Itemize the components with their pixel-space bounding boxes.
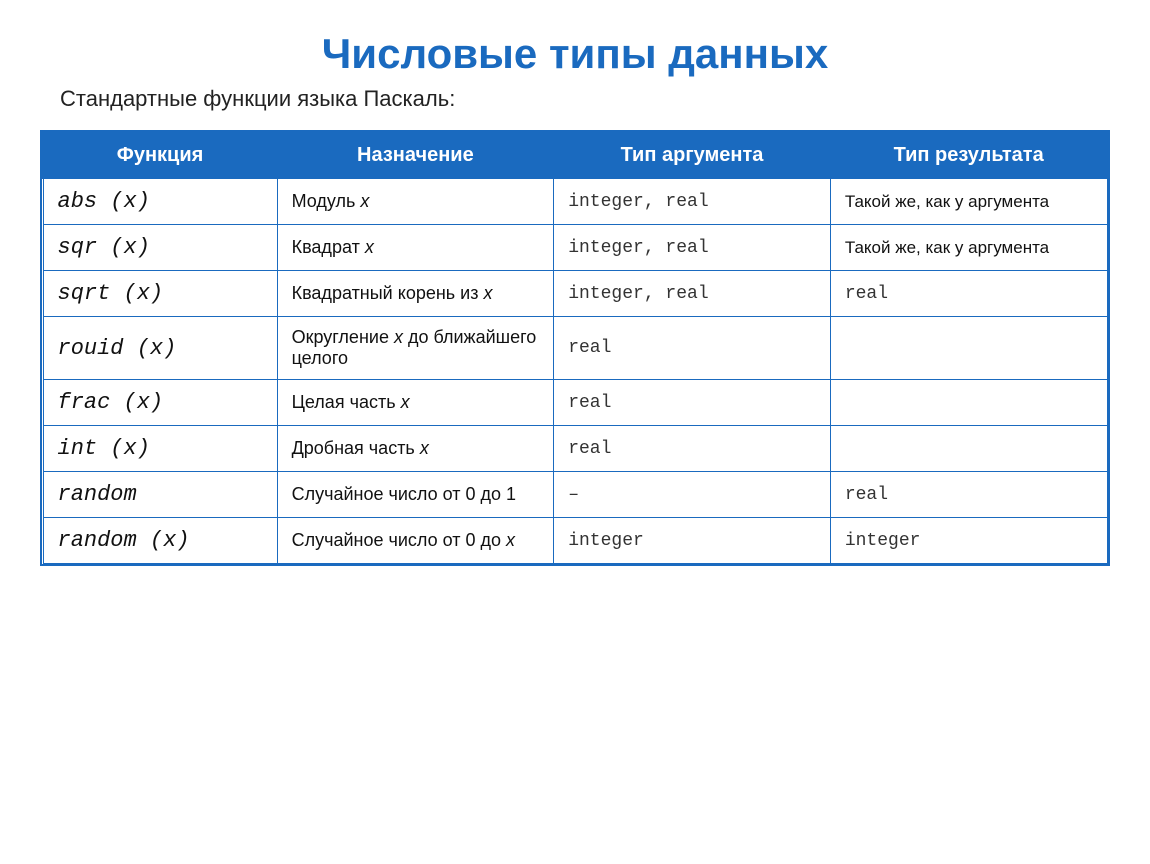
cell-purpose: Случайное число от 0 до x	[277, 518, 554, 564]
cell-func: frac (x)	[43, 380, 277, 426]
cell-restype	[830, 426, 1107, 472]
table-row: sqr (x)Квадрат xinteger, realТакой же, к…	[43, 225, 1107, 271]
cell-func: int (x)	[43, 426, 277, 472]
cell-argtype: integer	[554, 518, 831, 564]
table-body: abs (x)Модуль xinteger, realТакой же, ка…	[43, 178, 1107, 564]
page-title: Числовые типы данных	[322, 30, 828, 78]
cell-purpose: Округление x до ближайшего целого	[277, 317, 554, 380]
table-row: sqrt (x)Квадратный корень из xinteger, r…	[43, 271, 1107, 317]
cell-func: random	[43, 472, 277, 518]
cell-argtype: integer, real	[554, 178, 831, 225]
cell-func: random (x)	[43, 518, 277, 564]
header-restype: Тип результата	[830, 133, 1107, 178]
main-table-wrapper: Функция Назначение Тип аргумента Тип рез…	[40, 130, 1110, 566]
functions-table: Функция Назначение Тип аргумента Тип рез…	[42, 132, 1108, 564]
cell-restype: Такой же, как у аргумента	[830, 178, 1107, 225]
cell-argtype: integer, real	[554, 271, 831, 317]
cell-purpose: Дробная часть x	[277, 426, 554, 472]
table-header-row: Функция Назначение Тип аргумента Тип рез…	[43, 133, 1107, 178]
cell-restype: real	[830, 271, 1107, 317]
cell-restype: Такой же, как у аргумента	[830, 225, 1107, 271]
cell-func: abs (x)	[43, 178, 277, 225]
cell-restype: integer	[830, 518, 1107, 564]
table-row: frac (x)Целая часть xreal	[43, 380, 1107, 426]
cell-purpose: Квадрат x	[277, 225, 554, 271]
cell-argtype: –	[554, 472, 831, 518]
cell-argtype: real	[554, 317, 831, 380]
cell-func: rouid (x)	[43, 317, 277, 380]
table-row: rouid (x)Округление x до ближайшего цело…	[43, 317, 1107, 380]
cell-purpose: Случайное число от 0 до 1	[277, 472, 554, 518]
cell-argtype: real	[554, 380, 831, 426]
cell-purpose: Целая часть x	[277, 380, 554, 426]
cell-restype	[830, 317, 1107, 380]
header-purpose: Назначение	[277, 133, 554, 178]
cell-argtype: integer, real	[554, 225, 831, 271]
table-row: int (x)Дробная часть xreal	[43, 426, 1107, 472]
table-row: random (x)Случайное число от 0 до xinteg…	[43, 518, 1107, 564]
cell-argtype: real	[554, 426, 831, 472]
table-row: abs (x)Модуль xinteger, realТакой же, ка…	[43, 178, 1107, 225]
cell-func: sqr (x)	[43, 225, 277, 271]
cell-purpose: Квадратный корень из x	[277, 271, 554, 317]
cell-restype: real	[830, 472, 1107, 518]
header-argtype: Тип аргумента	[554, 133, 831, 178]
subtitle: Стандартные функции языка Паскаль:	[40, 86, 1110, 112]
cell-restype	[830, 380, 1107, 426]
header-func: Функция	[43, 133, 277, 178]
table-row: randomСлучайное число от 0 до 1–real	[43, 472, 1107, 518]
cell-purpose: Модуль x	[277, 178, 554, 225]
cell-func: sqrt (x)	[43, 271, 277, 317]
